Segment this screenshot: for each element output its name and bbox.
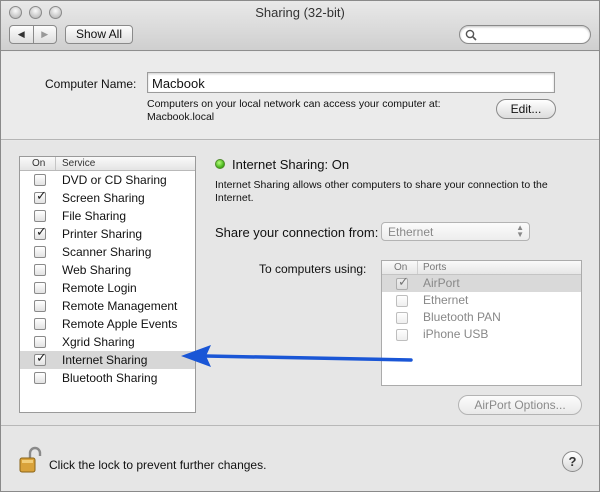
forward-arrow-icon[interactable]: ▶: [32, 26, 57, 43]
unlocked-padlock-icon[interactable]: [18, 446, 44, 476]
service-row[interactable]: ✓ Screen Sharing: [20, 189, 195, 207]
computer-name-note: Computers on your local network can acce…: [147, 98, 441, 124]
to-computers-label: To computers using:: [259, 262, 367, 276]
checkmark-icon: ✓: [36, 224, 47, 239]
service-row[interactable]: ✓ Internet Sharing: [20, 351, 195, 369]
service-name: Scanner Sharing: [62, 245, 152, 259]
help-button[interactable]: ?: [562, 451, 583, 472]
service-checkbox[interactable]: ✓: [34, 224, 47, 240]
service-list-header: On Service: [20, 157, 195, 171]
computer-name-input[interactable]: Macbook: [147, 72, 555, 93]
local-hostname: Macbook.local: [147, 111, 215, 123]
column-header-ports: Ports: [423, 262, 447, 273]
ports-list-header: On Ports: [382, 261, 581, 275]
service-description: Internet Sharing allows other computers …: [215, 179, 548, 204]
port-name: iPhone USB: [423, 327, 489, 341]
service-name: Xgrid Sharing: [62, 335, 135, 349]
service-checkbox[interactable]: ✓: [34, 188, 47, 204]
service-checkbox[interactable]: [34, 174, 46, 186]
port-checkbox[interactable]: [396, 329, 408, 341]
service-name: Remote Management: [62, 299, 178, 313]
service-row[interactable]: Remote Management: [20, 297, 195, 315]
share-from-popup[interactable]: Ethernet ▲ ▼: [381, 222, 530, 241]
sharing-window: Sharing (32-bit) ◀ ▶ Show All Computer N…: [0, 0, 600, 492]
footer-divider: [1, 425, 599, 426]
service-name: Remote Apple Events: [62, 317, 178, 331]
back-forward-control: ◀ ▶: [9, 25, 57, 44]
service-name: Remote Login: [62, 281, 137, 295]
search-field[interactable]: [459, 25, 591, 44]
service-checkbox[interactable]: [34, 300, 46, 312]
service-row[interactable]: DVD or CD Sharing: [20, 171, 195, 189]
service-name: DVD or CD Sharing: [62, 173, 167, 187]
column-header-on[interactable]: On: [20, 157, 56, 170]
service-row[interactable]: Scanner Sharing: [20, 243, 195, 261]
sharing-status: Internet Sharing: On: [232, 157, 350, 172]
service-checkbox[interactable]: [34, 318, 46, 330]
port-checkbox[interactable]: [396, 312, 408, 324]
port-name: Ethernet: [423, 293, 469, 307]
service-name: Bluetooth Sharing: [62, 371, 158, 385]
port-checkbox[interactable]: ✓: [396, 274, 409, 290]
port-name: AirPort: [423, 276, 460, 290]
ports-list: On Ports ✓ AirPort Ethernet Bluetooth PAN iP…: [381, 260, 582, 386]
title-bar: Sharing (32-bit) ◀ ▶ Show All: [1, 1, 599, 51]
share-from-label: Share your connection from:: [215, 225, 379, 240]
service-row[interactable]: Xgrid Sharing: [20, 333, 195, 351]
service-row[interactable]: Remote Apple Events: [20, 315, 195, 333]
service-checkbox[interactable]: [34, 372, 46, 384]
checkmark-icon: ✓: [36, 350, 47, 365]
service-row[interactable]: ✓ Printer Sharing: [20, 225, 195, 243]
column-header-on: On: [382, 261, 418, 274]
port-row: ✓ AirPort: [382, 275, 581, 292]
port-row: iPhone USB: [382, 326, 581, 343]
port-row: Ethernet: [382, 292, 581, 309]
port-checkbox[interactable]: [396, 295, 408, 307]
service-name: Printer Sharing: [62, 227, 143, 241]
checkmark-icon: ✓: [398, 274, 409, 289]
port-name: Bluetooth PAN: [423, 310, 501, 324]
lock-message: Click the lock to prevent further change…: [49, 458, 267, 472]
port-row: Bluetooth PAN: [382, 309, 581, 326]
back-arrow-icon[interactable]: ◀: [10, 26, 33, 43]
checkmark-icon: ✓: [36, 188, 47, 203]
service-checkbox[interactable]: [34, 336, 46, 348]
service-checkbox[interactable]: [34, 210, 46, 222]
service-row[interactable]: Bluetooth Sharing: [20, 369, 195, 387]
service-name: File Sharing: [62, 209, 127, 223]
show-all-button[interactable]: Show All: [65, 25, 133, 44]
main-panel: On Service DVD or CD Sharing ✓ Screen Shar…: [1, 141, 599, 491]
service-name: Web Sharing: [62, 263, 132, 277]
service-checkbox[interactable]: [34, 264, 46, 276]
address-note-line: Computers on your local network can acce…: [147, 98, 441, 110]
service-row[interactable]: Web Sharing: [20, 261, 195, 279]
computer-name-label: Computer Name:: [45, 77, 137, 91]
column-header-service[interactable]: Service: [56, 157, 95, 170]
airport-options-button[interactable]: AirPort Options...: [458, 395, 582, 415]
service-list: On Service DVD or CD Sharing ✓ Screen Shar…: [19, 156, 196, 413]
search-icon: [465, 29, 477, 41]
service-checkbox[interactable]: [34, 246, 46, 258]
service-row[interactable]: File Sharing: [20, 207, 195, 225]
service-checkbox[interactable]: ✓: [34, 350, 47, 366]
popup-arrows-icon: ▲ ▼: [516, 223, 524, 239]
service-name: Screen Sharing: [62, 191, 145, 205]
edit-button[interactable]: Edit...: [496, 99, 556, 119]
share-from-value: Ethernet: [388, 225, 434, 239]
computer-name-section: Computer Name: Macbook Computers on your…: [1, 52, 599, 140]
service-checkbox[interactable]: [34, 282, 46, 294]
status-indicator-icon: [215, 159, 225, 169]
service-name: Internet Sharing: [62, 353, 148, 367]
service-row[interactable]: Remote Login: [20, 279, 195, 297]
window-title: Sharing (32-bit): [255, 5, 345, 20]
